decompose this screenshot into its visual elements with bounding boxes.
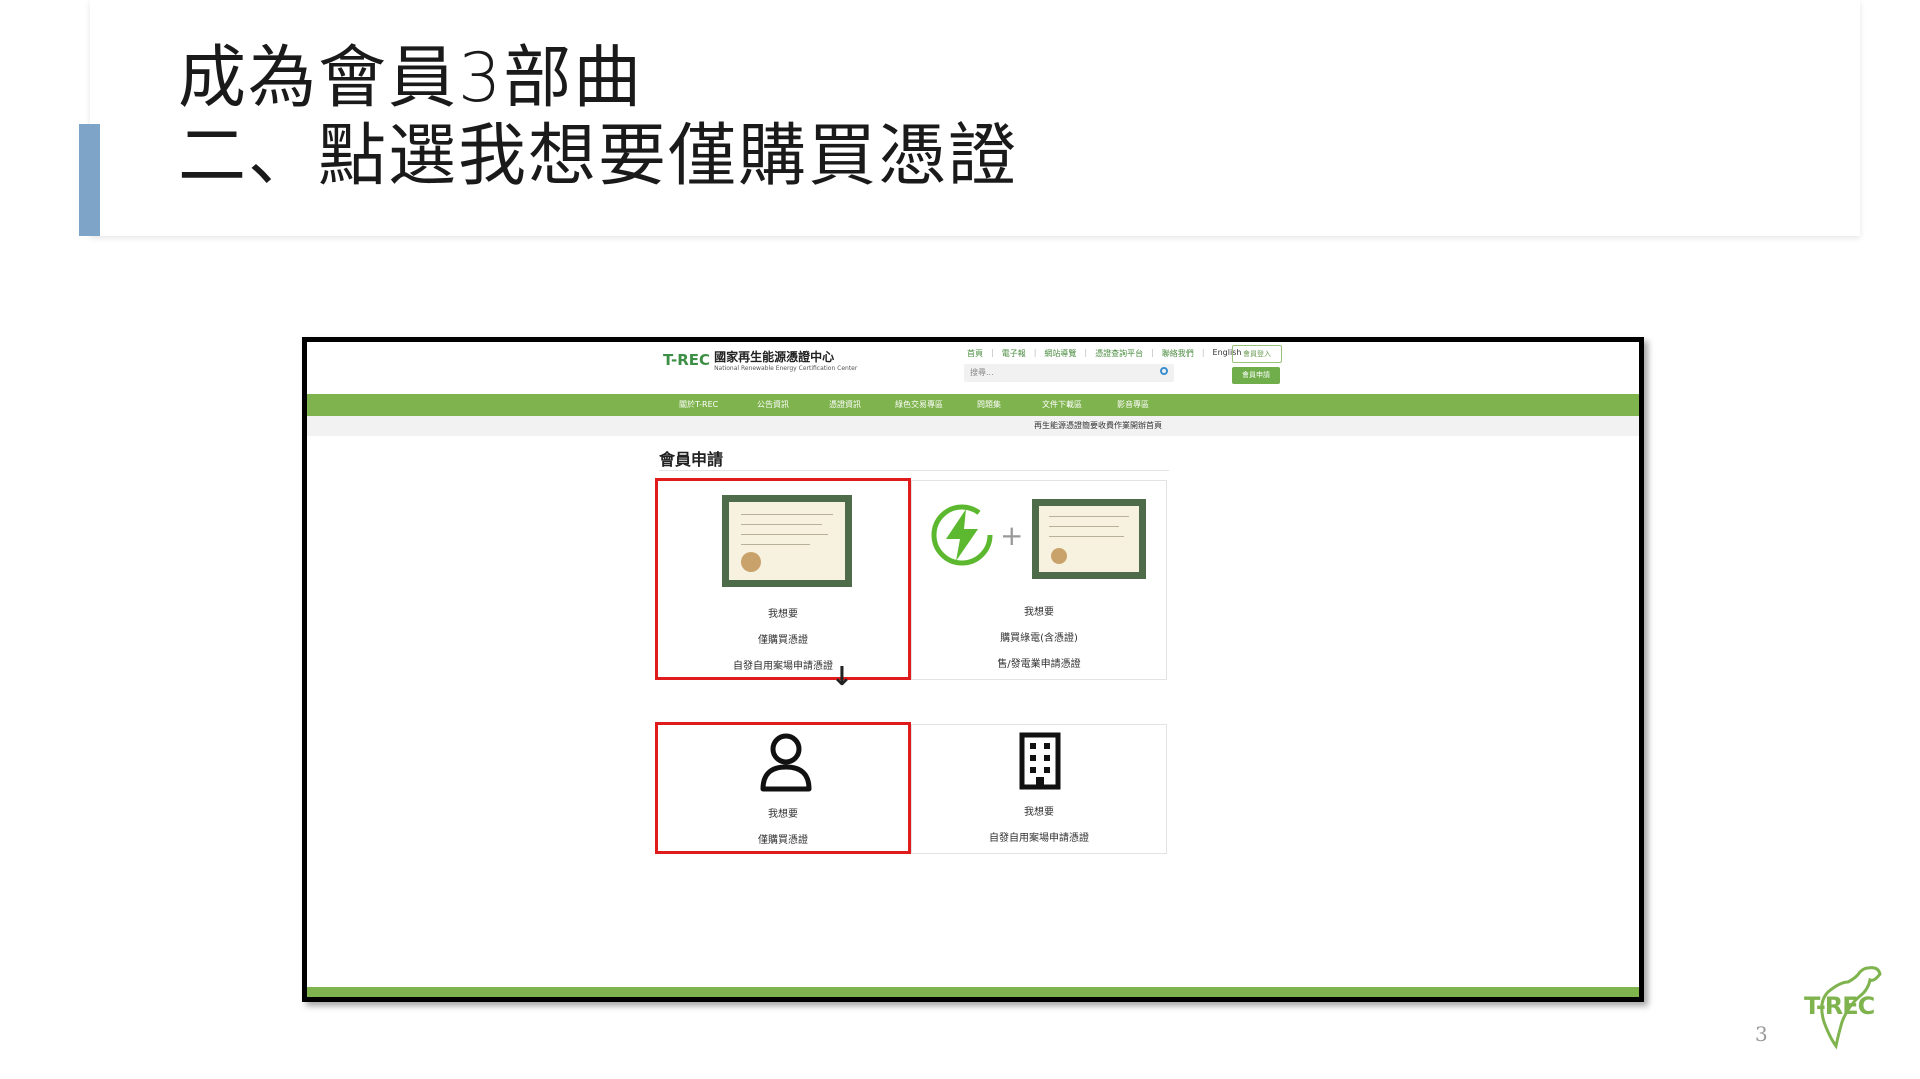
- heading-divider: [659, 470, 1169, 471]
- nav-item-announcements[interactable]: 公告資訊: [757, 394, 789, 416]
- top-link-contact[interactable]: 聯絡我們: [1162, 348, 1194, 359]
- top-link-newsletter[interactable]: 電子報: [1002, 348, 1026, 359]
- page-number: 3: [1755, 1022, 1768, 1046]
- option-line-3: 售/發電業申請憑證: [997, 659, 1081, 670]
- option-line-2: 購買綠電(含憑證): [1000, 633, 1078, 644]
- search-icon[interactable]: [1160, 367, 1168, 375]
- top-link-home[interactable]: 首頁: [967, 348, 983, 359]
- website-screenshot: T-REC 國家再生能源憑證中心 National Renewable Ener…: [302, 337, 1644, 1002]
- nav-item-about[interactable]: 關於T-REC: [679, 394, 718, 416]
- nav-item-media[interactable]: 影音專區: [1117, 394, 1149, 416]
- option-line-1: 我想要: [1024, 607, 1054, 618]
- nav-item-faq[interactable]: 問題集: [977, 394, 1001, 416]
- site-logo[interactable]: T-REC 國家再生能源憑證中心 National Renewable Ener…: [663, 348, 857, 372]
- title-line-1: 成為會員3部曲: [178, 39, 644, 118]
- title-line-2: 二、點選我想要僅購買憑證: [178, 117, 1019, 196]
- top-link-sitemap[interactable]: 網站導覽: [1044, 348, 1076, 359]
- option-line-1: 我想要: [768, 609, 798, 620]
- page-heading: 會員申請: [659, 450, 724, 469]
- top-links: 首頁 | 電子報 | 網站導覽 | 憑證查詢平台 | 聯絡我們 | English: [967, 348, 1242, 359]
- member-type-line-2: 僅購買憑證: [758, 835, 808, 846]
- person-icon: [758, 731, 814, 797]
- certificate-icon: [1032, 499, 1146, 579]
- logo-mark: T-REC: [663, 351, 711, 369]
- member-type-line-1: 我想要: [768, 809, 798, 820]
- building-icon: [1016, 731, 1064, 795]
- member-apply-button[interactable]: 會員申請: [1232, 367, 1280, 384]
- nav-item-green-trading[interactable]: 綠色交易專區: [895, 394, 943, 416]
- arrow-down-icon: ↓: [831, 662, 853, 692]
- logo-chinese-name: 國家再生能源憑證中心: [714, 350, 835, 364]
- accent-bar: [79, 124, 100, 236]
- member-type-card-self-use[interactable]: 我想要 自發自用案場申請憑證: [911, 724, 1167, 854]
- site-footer-bar: [307, 987, 1639, 997]
- option-line-3: 自發自用案場申請憑證: [733, 661, 833, 672]
- search-input[interactable]: 搜尋...: [964, 364, 1174, 382]
- notice-bar[interactable]: 再生能源憑證簡要收費作業開辦首頁: [307, 416, 1639, 436]
- member-type-card-individual[interactable]: 我想要 僅購買憑證: [655, 722, 911, 854]
- nav-item-downloads[interactable]: 文件下載區: [1042, 394, 1082, 416]
- corner-logo-text: T-REC: [1804, 992, 1875, 1020]
- top-link-cert-platform[interactable]: 憑證查詢平台: [1095, 348, 1143, 359]
- member-type-line-1: 我想要: [1024, 807, 1054, 818]
- option-line-2: 僅購買憑證: [758, 635, 808, 646]
- slide-title: 成為會員3部曲 二、點選我想要僅購買憑證: [178, 40, 1018, 196]
- main-nav: 關於T-REC 公告資訊 憑證資訊 綠色交易專區 問題集 文件下載區 影音專區: [307, 394, 1639, 416]
- site-header: T-REC 國家再生能源憑證中心 National Renewable Ener…: [307, 342, 1639, 396]
- member-type-line-2: 自發自用案場申請憑證: [989, 833, 1089, 844]
- trec-corner-logo: T-REC: [1798, 962, 1898, 1056]
- logo-english-name: National Renewable Energy Certification …: [714, 365, 858, 372]
- lightning-icon: [930, 503, 994, 567]
- option-card-certificate-only[interactable]: 我想要 僅購買憑證 自發自用案場申請憑證: [655, 478, 911, 680]
- search-placeholder: 搜尋...: [970, 368, 994, 377]
- plus-icon: +: [1000, 519, 1024, 552]
- option-card-green-power[interactable]: + 我想要 購買綠電(含憑證) 售/發電業申請憑證: [911, 480, 1167, 680]
- nav-item-cert-info[interactable]: 憑證資訊: [829, 394, 861, 416]
- certificate-icon: [722, 495, 852, 587]
- login-button[interactable]: 會員登入: [1232, 345, 1282, 363]
